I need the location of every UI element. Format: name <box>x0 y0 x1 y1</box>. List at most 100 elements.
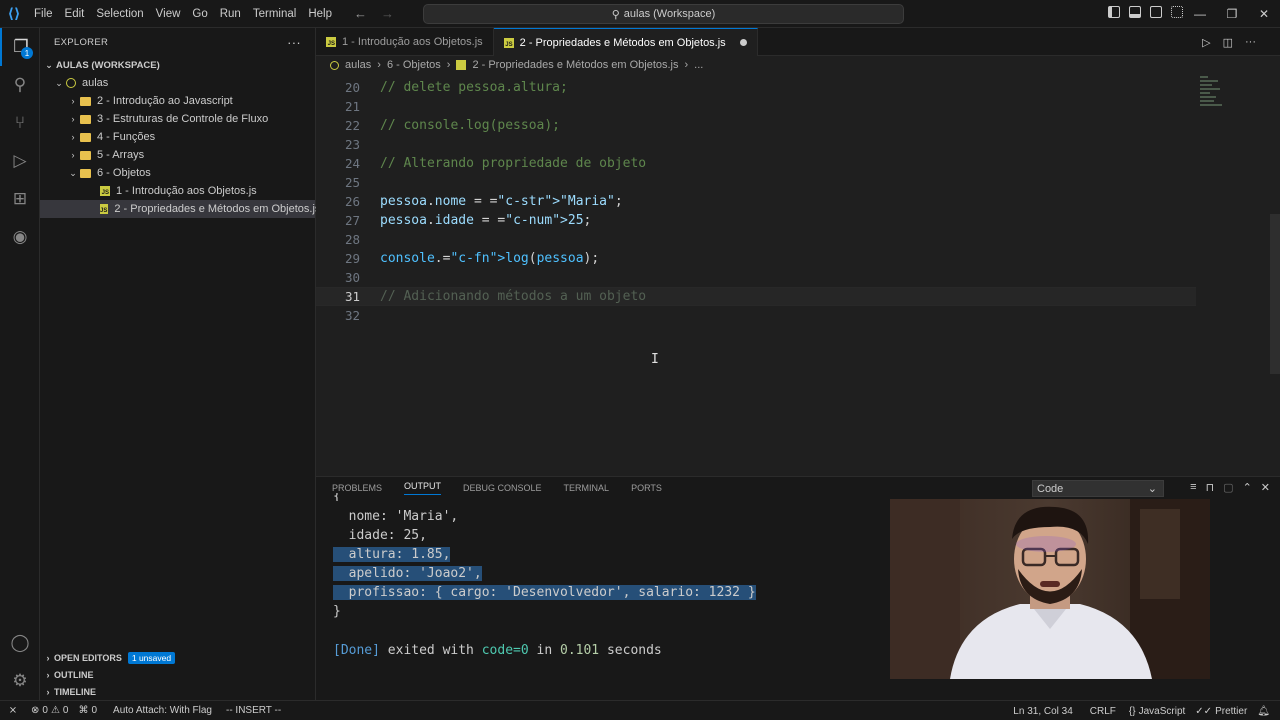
line-content: // delete pessoa.altura; <box>380 80 568 95</box>
panel-actions: ≡ ⊓ ▢ ⌃ ✕ <box>1190 481 1270 494</box>
breadcrumb-item[interactable]: ... <box>694 59 703 71</box>
breadcrumb: aulas › 6 - Objetos › 2 - Propriedades e… <box>316 56 1280 74</box>
tree-label: 3 - Estruturas de Controle de Fluxo <box>97 113 269 125</box>
tree-label: 6 - Objetos <box>97 167 151 179</box>
search-view-icon[interactable]: ⚲ <box>0 66 40 104</box>
tree-file-selected[interactable]: JS 2 - Propriedades e Métodos em Objetos… <box>40 200 320 218</box>
line-content: pessoa.nome = ="c-str">"Maria"; <box>380 194 623 209</box>
tree-folder-open[interactable]: ⌄ 6 - Objetos <box>40 164 315 182</box>
notifications-icon[interactable]: 🔔︎ <box>1252 706 1280 717</box>
tab-terminal[interactable]: TERMINAL <box>564 483 610 493</box>
menu-terminal[interactable]: Terminal <box>247 0 302 28</box>
workspace-root[interactable]: ⌄ AULAS (WORKSPACE) <box>40 56 315 74</box>
minimap[interactable] <box>1196 74 1256 134</box>
tree-folder[interactable]: › 2 - Introdução ao Javascript <box>40 92 315 110</box>
tab-debug-console[interactable]: DEBUG CONSOLE <box>463 483 542 493</box>
tab-propriedades-metodos[interactable]: JS 2 - Propriedades e Métodos em Objetos… <box>493 28 758 56</box>
menu-file[interactable]: File <box>28 0 59 28</box>
menu-go[interactable]: Go <box>186 0 213 28</box>
breadcrumb-item[interactable]: aulas <box>345 59 371 71</box>
github-icon[interactable]: ◉ <box>0 218 40 256</box>
explorer-sidebar: EXPLORER ··· ⌄ AULAS (WORKSPACE) ⌄ aulas… <box>40 28 320 700</box>
tree-folder-aulas[interactable]: ⌄ aulas <box>40 74 315 92</box>
tree-folder[interactable]: › 4 - Funções <box>40 128 315 146</box>
clear-output-icon[interactable]: ≡ <box>1190 481 1196 494</box>
tree-folder[interactable]: › 5 - Arrays <box>40 146 315 164</box>
minimize-icon[interactable]: — <box>1184 0 1216 28</box>
run-code-icon[interactable]: ▷ <box>1202 36 1210 49</box>
code-editor[interactable]: 20 // delete pessoa.altura; 21 22 // con… <box>316 74 1280 472</box>
layout-controls <box>1108 6 1183 18</box>
tab-label: 2 - Propriedades e Métodos em Objetos.js <box>519 36 726 49</box>
menu-edit[interactable]: Edit <box>59 0 91 28</box>
tab-output[interactable]: OUTPUT <box>404 481 442 495</box>
line-number: 22 <box>344 118 360 133</box>
open-editors-section[interactable]: › OPEN EDITORS 1 unsaved <box>40 649 315 666</box>
menu-selection[interactable]: Selection <box>90 0 149 28</box>
explorer-icon[interactable]: ❐ 1 <box>0 28 40 66</box>
check-double-icon: ✓✓ <box>1195 705 1213 717</box>
menu-help[interactable]: Help <box>302 0 338 28</box>
source-control-icon[interactable]: ⑂ <box>0 104 40 142</box>
tab-ports[interactable]: PORTS <box>631 483 662 493</box>
more-actions-icon[interactable]: ··· <box>1245 36 1256 49</box>
prettier-status[interactable]: ✓✓ Prettier <box>1190 706 1252 717</box>
language-status[interactable]: {} JavaScript <box>1124 706 1190 717</box>
auto-attach-status[interactable]: Auto Attach: With Flag <box>108 705 217 716</box>
maximize-panel-icon[interactable]: ▢ <box>1223 481 1233 494</box>
close-panel-icon[interactable]: ✕ <box>1261 481 1270 494</box>
manage-gear-icon[interactable]: ⚙ <box>0 662 40 700</box>
run-debug-icon[interactable]: ▷ <box>0 142 40 180</box>
collapse-panel-icon[interactable]: ⌃ <box>1243 481 1252 494</box>
lock-scroll-icon[interactable]: ⊓ <box>1206 481 1215 494</box>
more-actions-icon[interactable]: ··· <box>287 35 301 50</box>
outline-section[interactable]: › OUTLINE <box>40 666 315 683</box>
customize-layout-icon[interactable] <box>1171 6 1183 18</box>
tab-intro-objetos[interactable]: JS 1 - Introdução aos Objetos.js <box>316 28 494 56</box>
command-center-search[interactable]: ⚲ aulas (Workspace) <box>423 4 904 24</box>
back-arrow-icon[interactable]: ← <box>354 6 367 21</box>
tree-folder[interactable]: › 3 - Estruturas de Controle de Fluxo <box>40 110 315 128</box>
toggle-panel-icon[interactable] <box>1129 6 1141 18</box>
eol-status[interactable]: CRLF <box>1085 706 1124 717</box>
cursor-position-status[interactable]: Ln 31, Col 34 <box>1008 706 1085 717</box>
status-bar: ⨯ ⊗ 0 ⚠ 0 ⌘ 0 Auto Attach: With Flag -- INS… <box>0 700 1280 720</box>
js-file-icon: JS <box>100 204 109 214</box>
forward-arrow-icon[interactable]: → <box>381 6 394 21</box>
chevron-right-icon: › <box>46 669 50 680</box>
timeline-section[interactable]: › TIMELINE <box>40 683 315 700</box>
menu-run[interactable]: Run <box>214 0 247 28</box>
menu-view[interactable]: View <box>150 0 187 28</box>
line-content: console.="c-fn">log(pessoa); <box>380 251 600 266</box>
split-editor-icon[interactable]: ◫ <box>1223 36 1233 49</box>
folder-icon <box>80 96 91 106</box>
tree-file[interactable]: JS 1 - Introdução aos Objetos.js <box>40 182 315 200</box>
toggle-secondary-sidebar-icon[interactable] <box>1150 6 1162 18</box>
breadcrumb-item[interactable]: 2 - Propriedades e Métodos em Objetos.js <box>472 59 678 71</box>
unsaved-dot-icon[interactable] <box>739 39 747 46</box>
chevron-down-icon: ⌄ <box>69 167 77 178</box>
section-label: OUTLINE <box>54 669 94 680</box>
section-label: TIMELINE <box>54 686 96 697</box>
problems-status[interactable]: ⊗ 0 ⚠ 0 <box>26 705 73 716</box>
breadcrumb-item[interactable]: 6 - Objetos <box>387 59 441 71</box>
chevron-down-icon: ⌄ <box>55 77 63 88</box>
extensions-icon[interactable]: ⊞ <box>0 180 40 218</box>
toggle-sidebar-icon[interactable] <box>1108 6 1120 18</box>
breadcrumb-separator-icon: › <box>684 59 689 71</box>
output-channel-select[interactable]: Code ⌄ <box>1032 480 1164 497</box>
close-window-icon[interactable]: ✕ <box>1248 0 1280 28</box>
presenter-video <box>890 499 1210 679</box>
account-icon[interactable]: ◯ <box>0 624 40 662</box>
ports-status[interactable]: ⌘ 0 <box>73 705 102 716</box>
line-number: 31 <box>344 289 360 304</box>
section-label: OPEN EDITORS <box>54 652 122 663</box>
restore-icon[interactable]: ❐ <box>1216 0 1248 28</box>
editor-scrollbar[interactable] <box>1270 214 1280 374</box>
vim-mode-status: -- INSERT -- <box>225 705 282 716</box>
tab-problems[interactable]: PROBLEMS <box>332 483 382 493</box>
tree-label: 4 - Funções <box>97 131 156 143</box>
line-number: 27 <box>344 213 360 228</box>
remote-indicator[interactable]: ⨯ <box>0 705 26 716</box>
line-number: 28 <box>344 232 360 247</box>
